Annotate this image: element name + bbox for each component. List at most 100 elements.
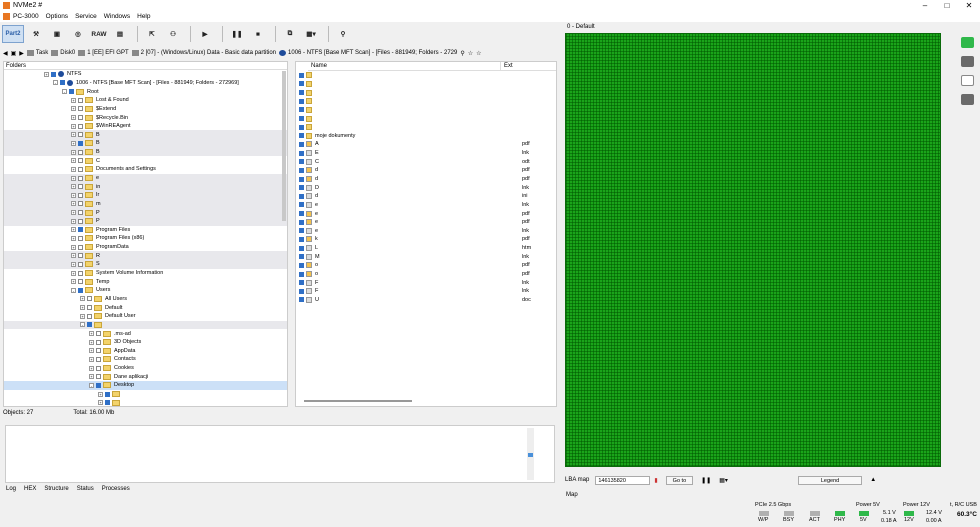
row-checkbox[interactable] [96, 356, 101, 362]
file-row[interactable]: Codt [296, 157, 556, 166]
file-row[interactable] [296, 123, 556, 132]
row-checkbox[interactable] [299, 202, 304, 208]
expand-node-icon[interactable]: + [71, 149, 76, 155]
tree-row[interactable]: +3D Objects [4, 338, 287, 347]
row-checkbox[interactable] [96, 365, 101, 371]
maximize-icon[interactable]: □ [936, 0, 958, 11]
file-row[interactable] [296, 80, 556, 89]
tree-row[interactable]: - Users [4, 286, 287, 295]
expand-node-icon[interactable]: + [71, 140, 76, 146]
back-icon[interactable]: ◀ [3, 50, 8, 57]
expand-node-icon[interactable]: + [71, 106, 76, 112]
tree-row[interactable]: + $WinREAgent [4, 122, 287, 131]
file-row[interactable]: Elnk [296, 149, 556, 158]
file-row[interactable]: Mlnk [296, 252, 556, 261]
expand-node-icon[interactable]: + [80, 313, 85, 319]
row-checkbox[interactable] [78, 218, 83, 224]
expand-node-icon[interactable]: + [98, 400, 103, 406]
tree-row[interactable]: + Default [4, 303, 287, 312]
tree-row[interactable]: - [4, 320, 287, 330]
row-checkbox[interactable] [96, 382, 101, 388]
row-checkbox[interactable] [299, 176, 304, 182]
expand-node-icon[interactable]: + [71, 184, 76, 190]
row-checkbox[interactable] [299, 133, 304, 139]
row-checkbox[interactable] [87, 296, 92, 302]
tab-status[interactable]: Status [77, 486, 94, 492]
expand-node-icon[interactable]: + [89, 365, 94, 371]
file-row[interactable]: e pdf [296, 218, 556, 227]
file-row[interactable]: Lhtm [296, 244, 556, 253]
row-checkbox[interactable] [96, 339, 101, 345]
row-checkbox[interactable] [299, 297, 304, 303]
tree-row[interactable]: + [4, 390, 287, 399]
tree-row[interactable]: + ProgramData [4, 243, 287, 252]
tree-row[interactable]: - Root [4, 87, 287, 96]
menu-options[interactable]: Options [46, 13, 68, 20]
row-checkbox[interactable] [299, 167, 304, 173]
crumb-partition-1[interactable]: 1 [EE] EFI GPT [87, 50, 128, 56]
crumb-disk[interactable]: Disk0 [60, 50, 75, 56]
row-checkbox[interactable] [299, 124, 304, 130]
files-hscrollbar[interactable] [304, 400, 412, 402]
expand-node-icon[interactable]: + [71, 132, 76, 138]
row-checkbox[interactable] [299, 245, 304, 251]
row-checkbox[interactable] [299, 159, 304, 165]
tree-row[interactable]: + Dane aplikacji [4, 372, 287, 381]
star-icon[interactable]: ☆ [476, 50, 481, 57]
tree-row[interactable]: + in [4, 182, 287, 191]
tools-icon[interactable]: ⚒ [27, 25, 45, 43]
row-checkbox[interactable] [299, 236, 304, 242]
tree-row[interactable]: + AppData [4, 347, 287, 356]
tree-row[interactable]: + All Users [4, 295, 287, 304]
power-icon[interactable] [961, 94, 974, 105]
row-checkbox[interactable] [78, 261, 83, 267]
expand-node-icon[interactable]: + [71, 192, 76, 198]
expand-node-icon[interactable]: + [89, 356, 94, 362]
expand-node-icon[interactable]: + [71, 244, 76, 250]
file-row[interactable]: Apdf [296, 140, 556, 149]
row-checkbox[interactable] [78, 235, 83, 241]
tree-row[interactable]: + Program Files [4, 226, 287, 235]
row-checkbox[interactable] [299, 219, 304, 225]
file-row[interactable] [296, 88, 556, 97]
file-row[interactable] [296, 71, 556, 80]
file-row[interactable]: o pdf [296, 270, 556, 279]
file-row[interactable] [296, 114, 556, 123]
row-checkbox[interactable] [78, 253, 83, 259]
device-status-icon[interactable] [961, 37, 974, 48]
raw-button[interactable]: RAW [90, 25, 108, 43]
expand-node-icon[interactable]: + [89, 348, 94, 354]
row-checkbox[interactable] [96, 374, 101, 380]
row-checkbox[interactable] [299, 254, 304, 260]
row-checkbox[interactable] [299, 228, 304, 234]
tree-row[interactable]: - 1006 - NTFS [Base MFT Scan] - [Files - … [4, 79, 287, 88]
power12v-led[interactable] [904, 511, 914, 516]
play-icon[interactable]: ▶ [196, 25, 214, 43]
tree-row[interactable]: + Lost & Found [4, 96, 287, 105]
stop-icon[interactable]: ■ [249, 25, 267, 43]
image-icon[interactable]: ▤ [111, 25, 129, 43]
row-checkbox[interactable] [87, 305, 92, 311]
menu-device[interactable]: PC-3000 [13, 13, 39, 20]
expand-node-icon[interactable]: + [71, 115, 76, 121]
collapse-node-icon[interactable]: - [80, 322, 85, 328]
expand-node-icon[interactable]: + [80, 296, 85, 302]
row-checkbox[interactable] [299, 107, 304, 113]
row-checkbox[interactable] [96, 331, 101, 337]
row-checkbox[interactable] [78, 140, 83, 146]
tree-row[interactable]: + m [4, 199, 287, 209]
row-checkbox[interactable] [78, 132, 83, 138]
tab-processes[interactable]: Processes [102, 486, 130, 492]
row-checkbox[interactable] [78, 149, 83, 155]
pause-icon[interactable]: ❚❚ [228, 25, 246, 43]
expand-node-icon[interactable]: + [44, 71, 49, 77]
chip-icon[interactable] [961, 56, 974, 67]
file-row[interactable] [296, 106, 556, 115]
network-icon[interactable]: ⚇ [164, 25, 182, 43]
tree-row[interactable]: + Ir [4, 190, 287, 200]
expand-node-icon[interactable]: + [80, 305, 85, 311]
pin-icon[interactable]: ⚲ [334, 25, 352, 43]
drive-icon[interactable]: ▣ [48, 25, 66, 43]
row-checkbox[interactable] [87, 313, 92, 319]
search-icon[interactable]: ⚲ [460, 50, 464, 57]
